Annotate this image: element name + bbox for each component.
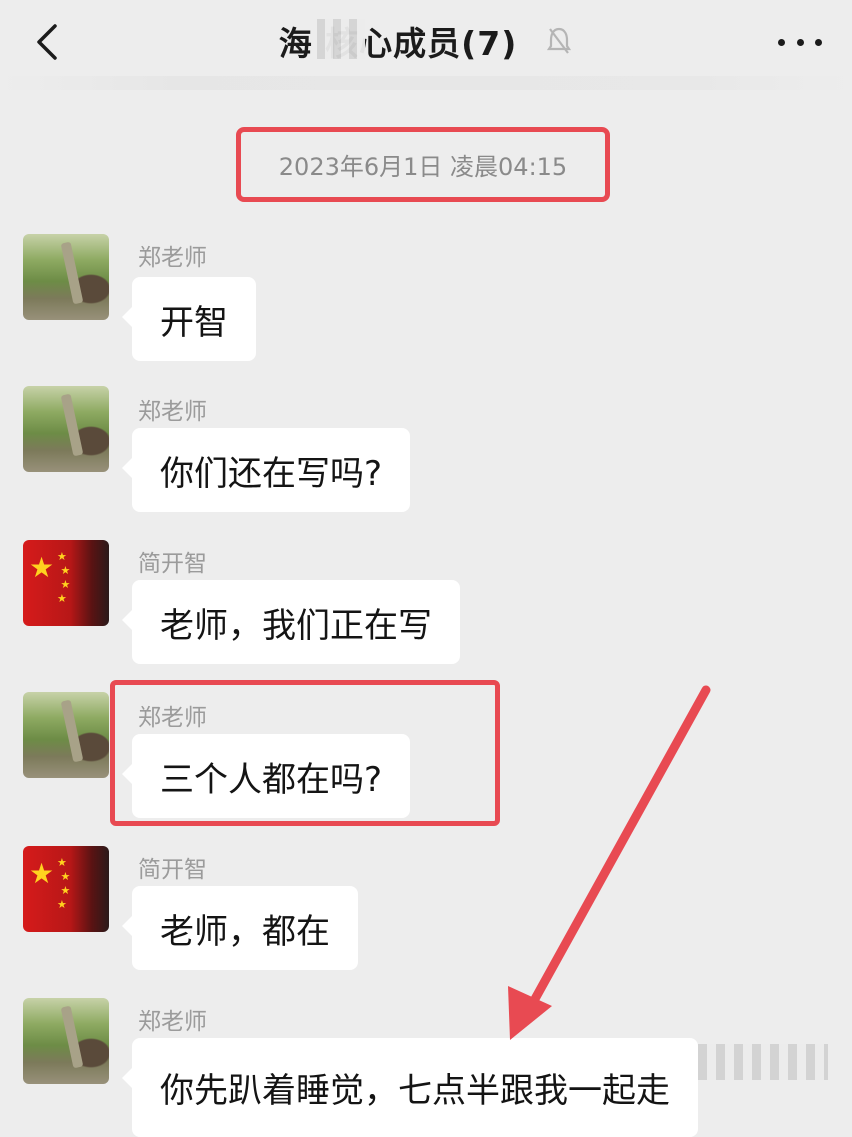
message-timestamp: 2023年6月1日 凌晨04:15 (278, 153, 568, 181)
flag-small-stars-icon: ★ ★ ★ ★ (57, 550, 71, 605)
flag-avatar[interactable]: ★ ★ ★ ★ ★ (23, 846, 109, 932)
watermark-redaction (698, 1044, 828, 1080)
sender-name: 郑老师 (138, 399, 207, 425)
flag-avatar[interactable]: ★ ★ ★ ★ ★ (23, 540, 109, 626)
title-redaction (316, 19, 365, 59)
message-bubble[interactable]: 你先趴着睡觉，七点半跟我一起走 (122, 1038, 698, 1137)
sender-name: 郑老师 (138, 1009, 207, 1035)
timestamp-highlight-box: 2023年6月1日 凌晨04:15 (236, 127, 610, 202)
chat-title: 海 核心成员(7) (279, 17, 518, 65)
message-bubble[interactable]: 老师，都在 (122, 886, 358, 970)
tree-avatar[interactable] (23, 234, 109, 320)
message-bubble[interactable]: 老师，我们正在写 (122, 580, 460, 664)
message-bubble[interactable]: 你们还在写吗? (121, 428, 411, 512)
more-dot (815, 38, 822, 46)
more-dot (778, 38, 785, 46)
tree-avatar[interactable] (23, 386, 109, 472)
flag-small-stars-icon: ★ ★ ★ ★ (57, 856, 71, 911)
header-divider (0, 76, 852, 90)
chat-header: 海 核心成员(7) (0, 0, 852, 84)
sender-name: 简开智 (138, 857, 207, 883)
more-dot (796, 38, 804, 46)
more-button[interactable] (778, 28, 822, 56)
flag-star-icon: ★ (29, 857, 55, 890)
sender-name: 简开智 (138, 551, 207, 577)
flag-star-icon: ★ (29, 551, 55, 584)
mute-bell-icon (547, 24, 573, 58)
chat-title-text: 海 核心成员(7) (278, 24, 518, 63)
message-highlight-box (110, 680, 500, 826)
sender-name: 郑老师 (138, 245, 207, 271)
message-bubble[interactable]: 开智 (122, 277, 256, 361)
tree-avatar[interactable] (23, 692, 109, 778)
tree-avatar[interactable] (23, 998, 109, 1084)
